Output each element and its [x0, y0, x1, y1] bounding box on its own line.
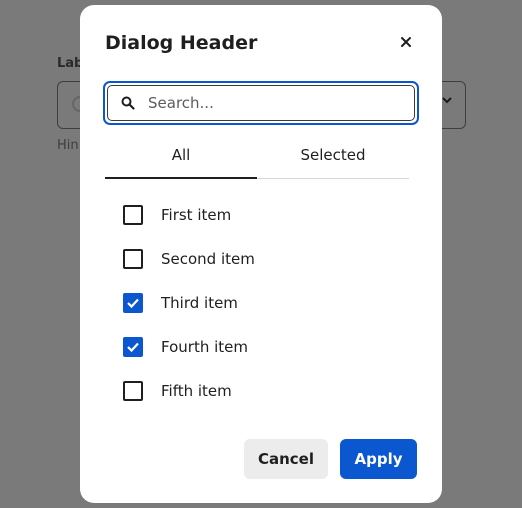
list-item[interactable]: Fourth item [123, 325, 383, 369]
item-label: First item [161, 206, 232, 224]
checkbox[interactable] [123, 381, 143, 401]
checkmark-icon [127, 298, 139, 309]
list-item[interactable]: Fifth item [123, 369, 383, 413]
search-icon [108, 96, 148, 110]
search-input[interactable] [148, 94, 414, 112]
item-label: Fifth item [161, 382, 232, 400]
checkbox[interactable] [123, 293, 143, 313]
dialog-title: Dialog Header [105, 32, 258, 54]
item-label: Second item [161, 250, 255, 268]
apply-button[interactable]: Apply [340, 439, 417, 479]
search-field [103, 81, 419, 125]
checkbox[interactable] [123, 337, 143, 357]
checkmark-icon [127, 342, 139, 353]
item-label: Third item [161, 294, 238, 312]
tab-all[interactable]: All [105, 142, 257, 179]
item-list: First item Second item Third item Fourth… [123, 193, 383, 413]
item-label: Fourth item [161, 338, 248, 356]
tab-selected[interactable]: Selected [257, 142, 409, 178]
list-item[interactable]: Second item [123, 237, 383, 281]
list-item[interactable]: First item [123, 193, 383, 237]
list-item[interactable]: Third item [123, 281, 383, 325]
dialog: Dialog Header All Selected First item [80, 5, 442, 503]
cancel-button[interactable]: Cancel [244, 439, 328, 479]
close-button[interactable] [395, 31, 417, 53]
checkbox[interactable] [123, 249, 143, 269]
checkbox[interactable] [123, 205, 143, 225]
close-icon [401, 37, 411, 47]
tab-bar: All Selected [105, 142, 409, 179]
